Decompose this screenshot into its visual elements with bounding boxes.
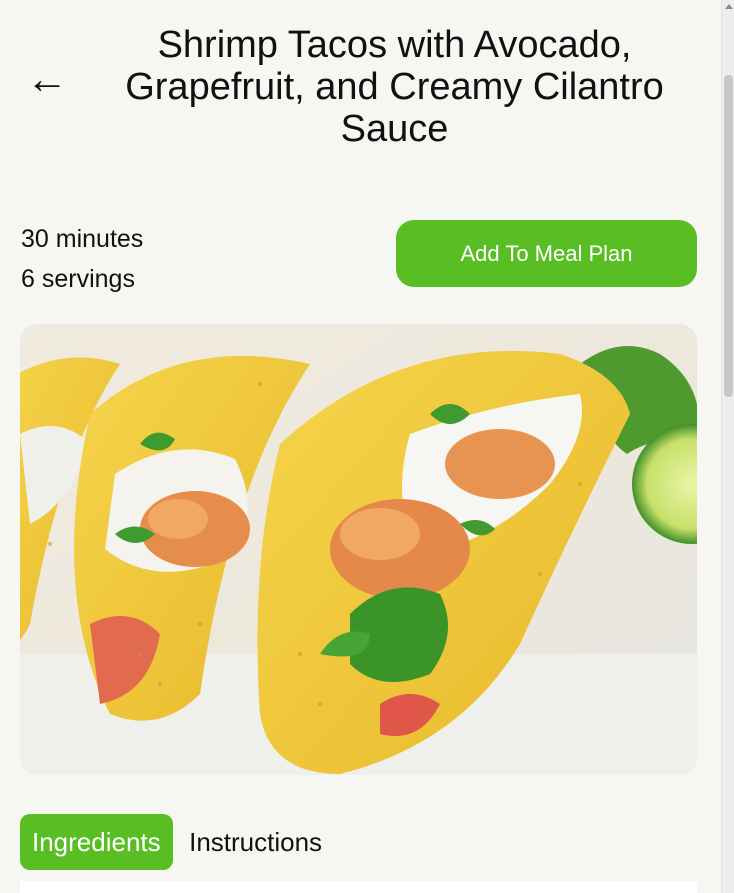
- recipe-hero-image: [20, 324, 697, 775]
- tab-content-panel: [20, 881, 697, 893]
- servings-count: 6 servings: [21, 265, 135, 293]
- cook-time: 30 minutes: [21, 225, 144, 253]
- taco-photo: [20, 324, 697, 775]
- tab-instructions[interactable]: Instructions: [177, 814, 334, 870]
- recipe-meta: 30 minutes 6 servings: [21, 219, 143, 299]
- tab-ingredients[interactable]: Ingredients: [20, 814, 173, 870]
- recipe-tabs: Ingredients Instructions: [20, 814, 334, 870]
- scroll-up-arrow-icon[interactable]: [725, 4, 733, 9]
- recipe-title: Shrimp Tacos with Avocado, Grapefruit, a…: [125, 24, 664, 150]
- recipe-header: ← Shrimp Tacos with Avocado, Grapefruit,…: [20, 24, 700, 154]
- recipe-page: ← Shrimp Tacos with Avocado, Grapefruit,…: [0, 0, 721, 893]
- vertical-scrollbar[interactable]: [721, 0, 734, 893]
- add-to-meal-plan-button[interactable]: Add To Meal Plan: [396, 220, 697, 287]
- scrollbar-thumb[interactable]: [724, 75, 733, 397]
- back-arrow-icon[interactable]: ←: [26, 58, 68, 100]
